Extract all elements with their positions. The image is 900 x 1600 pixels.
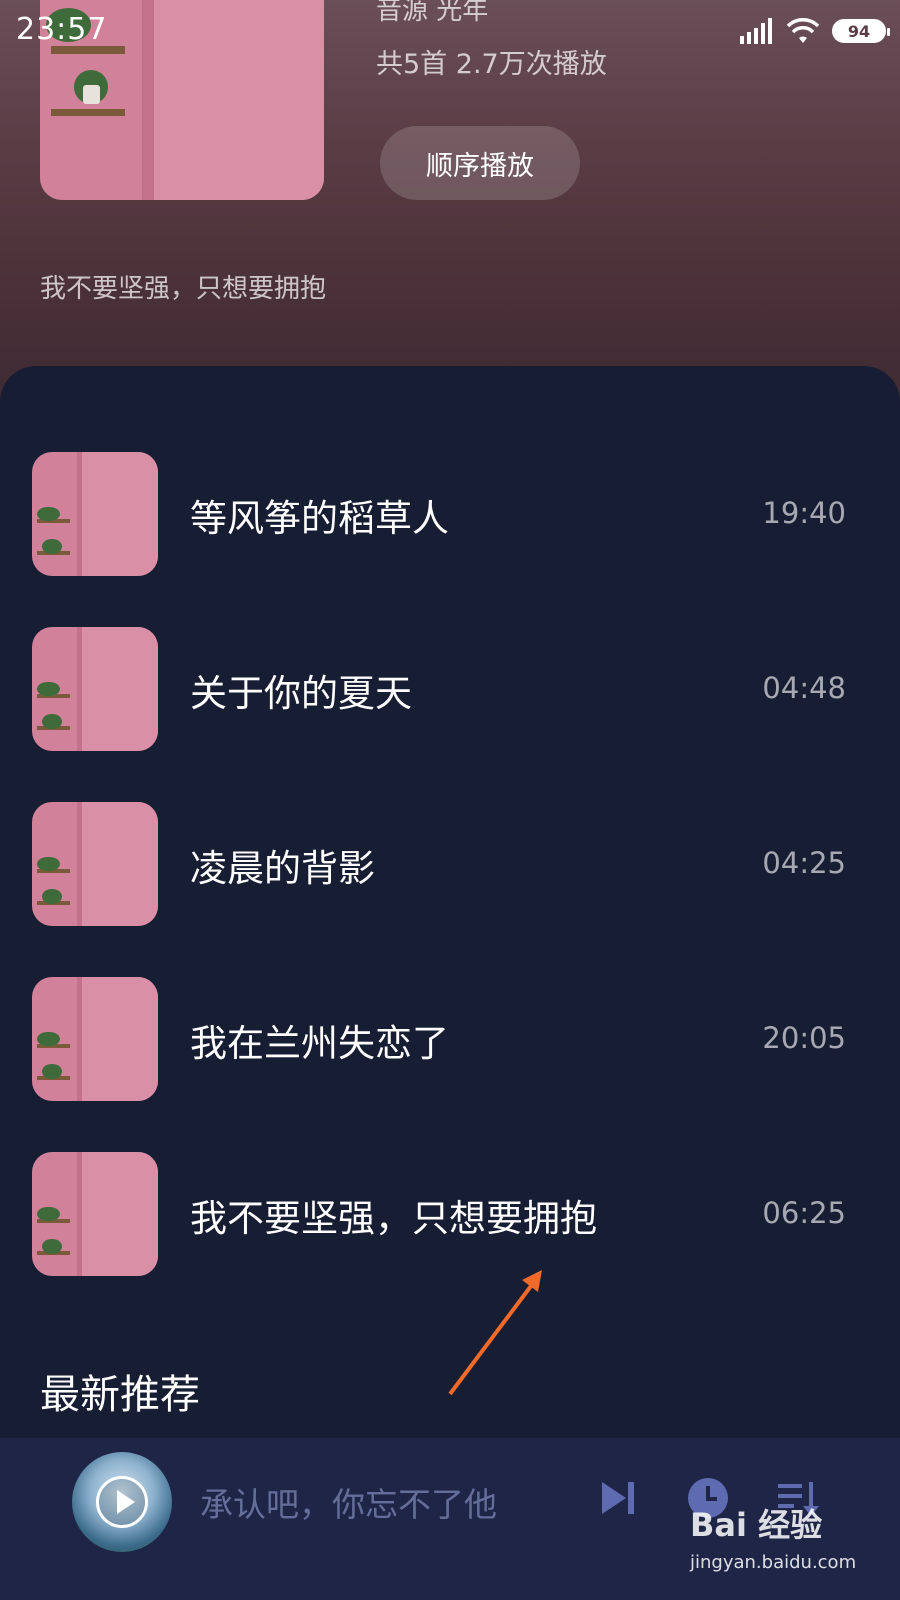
song-duration: 19:40 [762, 496, 846, 530]
status-icons: 94 [740, 16, 890, 46]
song-cover [32, 627, 158, 751]
song-title: 凌晨的背影 [190, 847, 375, 890]
skip-next-icon[interactable] [596, 1476, 640, 1520]
sequential-play-label: 顺序播放 [426, 150, 534, 182]
watermark-url: jingyan.baidu.com [690, 1552, 857, 1573]
song-title: 等风筝的稻草人 [190, 497, 449, 540]
wifi-icon [786, 18, 820, 43]
battery-level: 94 [847, 21, 871, 41]
song-duration: 06:25 [762, 1196, 846, 1230]
song-title: 关于你的夏天 [190, 672, 412, 715]
song-row[interactable]: 凌晨的背影 04:25 [0, 794, 900, 934]
playlist-header: 音源 光年 共5首 2.7万次播放 顺序播放 我不要坚强，只想要拥抱 23:57… [0, 0, 900, 420]
song-cover [32, 977, 158, 1101]
watermark-logo: Bai 经验 [690, 1506, 823, 1544]
song-duration: 04:25 [762, 846, 846, 880]
baidu-jingyan-watermark: Bai 经验 jingyan.baidu.com [690, 1500, 890, 1590]
song-cover [32, 802, 158, 926]
song-title: 我在兰州失恋了 [190, 1022, 449, 1065]
song-cover [32, 452, 158, 576]
song-title: 我不要坚强，只想要拥抱 [190, 1197, 597, 1240]
status-time: 23:57 [16, 12, 108, 47]
player-track-title[interactable]: 承认吧，你忘不了他 [200, 1478, 497, 1526]
playlist-description: 我不要坚强，只想要拥抱 [40, 274, 327, 304]
sequential-play-button[interactable]: 顺序播放 [380, 126, 580, 200]
song-row[interactable]: 等风筝的稻草人 19:40 [0, 444, 900, 584]
song-duration: 04:48 [762, 671, 846, 705]
section-title-latest: 最新推荐 [40, 1372, 200, 1418]
signal-icon [740, 18, 772, 44]
player-cover[interactable] [72, 1452, 172, 1552]
status-bar: 23:57 94 [0, 0, 900, 60]
battery-icon: 94 [832, 19, 890, 43]
song-duration: 20:05 [762, 1021, 846, 1055]
song-row[interactable]: 关于你的夏天 04:48 [0, 619, 900, 759]
song-cover [32, 1152, 158, 1276]
song-row[interactable]: 我在兰州失恋了 20:05 [0, 969, 900, 1109]
song-row[interactable]: 我不要坚强，只想要拥抱 06:25 [0, 1144, 900, 1284]
